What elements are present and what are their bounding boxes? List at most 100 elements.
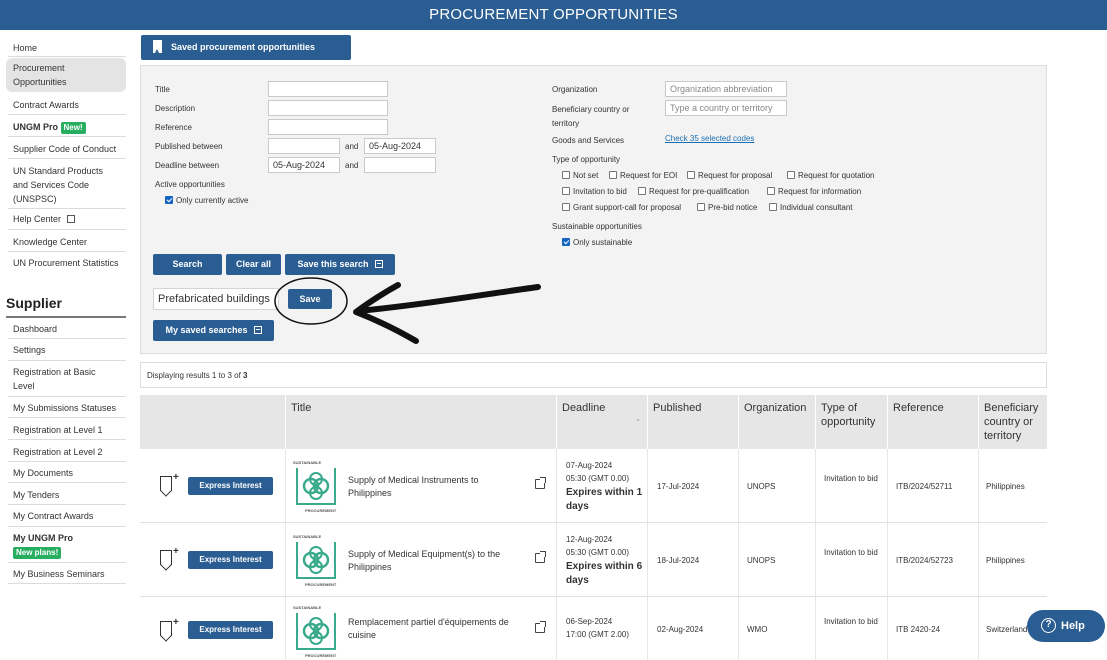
- divider: [8, 583, 126, 584]
- reference-input[interactable]: [268, 119, 388, 135]
- column-type[interactable]: Type of opportunity: [815, 395, 887, 449]
- sidebar-item-registration-basic[interactable]: Registration at Basic Level: [6, 365, 126, 393]
- divider: [285, 597, 286, 660]
- watchlist-bookmark-icon[interactable]: [160, 550, 172, 565]
- sidebar-item-business-seminars[interactable]: My Business Seminars: [6, 567, 126, 581]
- type-option-label: Not set: [573, 171, 599, 180]
- deadline-from-input[interactable]: 05-Aug-2024: [268, 157, 340, 173]
- description-label: Description: [155, 104, 196, 113]
- svg-text:PROCUREMENT: PROCUREMENT: [305, 508, 337, 513]
- divider: [815, 523, 816, 597]
- saved-opportunities-button[interactable]: Saved procurement opportunities: [141, 35, 351, 60]
- only-sustainable-checkbox[interactable]: [562, 238, 570, 246]
- title-input[interactable]: [268, 81, 388, 97]
- divider: [978, 449, 979, 523]
- type-checkbox[interactable]: [769, 203, 777, 211]
- sidebar-item-dashboard[interactable]: Dashboard: [6, 322, 126, 336]
- express-interest-button[interactable]: Express Interest: [188, 551, 273, 569]
- express-interest-button[interactable]: Express Interest: [188, 477, 273, 495]
- my-saved-searches-label: My saved searches: [165, 325, 248, 335]
- deadline-to-input[interactable]: [364, 157, 436, 173]
- beneficiary-input[interactable]: Type a country or territory: [665, 100, 787, 116]
- search-name-input[interactable]: Prefabricated buildings: [153, 288, 279, 310]
- sidebar-item-help-center[interactable]: Help Center: [6, 212, 126, 226]
- column-organization[interactable]: Organization: [738, 395, 815, 449]
- sidebar-item-ungm-pro[interactable]: UNGM Pro New!: [6, 120, 126, 134]
- open-in-new-icon[interactable]: [535, 477, 546, 489]
- type-of-opportunity: Invitation to bid: [824, 474, 878, 483]
- sidebar-item-registration-level1[interactable]: Registration at Level 1: [6, 423, 126, 437]
- type-checkbox[interactable]: [609, 171, 617, 179]
- new-badge: New!: [60, 122, 86, 134]
- type-checkbox[interactable]: [687, 171, 695, 179]
- opportunity-title[interactable]: Supply of Medical Instruments to Philipp…: [348, 474, 523, 500]
- help-button[interactable]: ? Help: [1027, 610, 1105, 642]
- open-in-new-icon[interactable]: [535, 621, 546, 633]
- sidebar-item-supplier-code[interactable]: Supplier Code of Conduct: [6, 142, 126, 156]
- column-reference[interactable]: Reference: [887, 395, 978, 449]
- deadline-date: 07-Aug-2024: [566, 461, 613, 470]
- type-checkbox[interactable]: [787, 171, 795, 179]
- type-checkbox[interactable]: [767, 187, 775, 195]
- deadline-time: 05:30 (GMT 0.00): [566, 474, 629, 483]
- sidebar-item-settings[interactable]: Settings: [6, 343, 126, 357]
- type-of-opportunity: Invitation to bid: [824, 548, 878, 557]
- sidebar-item-my-contract-awards[interactable]: My Contract Awards: [6, 509, 126, 523]
- sidebar-item-contract-awards[interactable]: Contract Awards: [6, 98, 126, 112]
- sidebar-item-my-ungm-pro[interactable]: My UNGM Pro New plans!: [6, 531, 126, 559]
- reference-label: Reference: [155, 123, 192, 132]
- save-this-search-button[interactable]: Save this search: [285, 254, 395, 275]
- sidebar-item-my-documents[interactable]: My Documents: [6, 466, 126, 480]
- published-between-label: Published between: [155, 142, 223, 151]
- deadline-date: 12-Aug-2024: [566, 535, 613, 544]
- opportunity-title[interactable]: Supply of Medical Equipment(s) to the Ph…: [348, 548, 523, 574]
- column-published[interactable]: Published: [647, 395, 738, 449]
- sustainable-procurement-logo: SUSTAINABLE PROCUREMENT: [293, 460, 337, 513]
- type-checkbox[interactable]: [562, 203, 570, 211]
- published-date: 18-Jul-2024: [657, 556, 700, 565]
- divider: [8, 136, 126, 137]
- divider: [738, 597, 739, 660]
- type-checkbox[interactable]: [638, 187, 646, 195]
- svg-text:PROCUREMENT: PROCUREMENT: [305, 653, 337, 658]
- column-title[interactable]: Title: [285, 395, 556, 449]
- description-input[interactable]: [268, 100, 388, 116]
- check-selected-codes-link[interactable]: Check 35 selected codes: [665, 134, 754, 143]
- divider: [8, 562, 126, 563]
- sidebar-item-procurement-opportunities[interactable]: Procurement Opportunities: [6, 58, 126, 92]
- search-button[interactable]: Search: [153, 254, 222, 275]
- published-date: 17-Jul-2024: [657, 482, 700, 491]
- my-saved-searches-button[interactable]: My saved searches: [153, 320, 274, 341]
- column-deadline-label: Deadline: [562, 402, 606, 414]
- express-interest-button[interactable]: Express Interest: [188, 621, 273, 639]
- only-active-label: Only currently active: [176, 196, 249, 205]
- type-checkbox[interactable]: [562, 187, 570, 195]
- column-deadline[interactable]: Deadline ⌄: [556, 395, 647, 449]
- sidebar-item-home[interactable]: Home: [6, 41, 126, 55]
- sidebar-item-statistics[interactable]: UN Procurement Statistics: [6, 256, 126, 270]
- sidebar-item-registration-level2[interactable]: Registration at Level 2: [6, 445, 126, 459]
- type-of-opportunity-label: Type of opportunity: [552, 155, 621, 164]
- sidebar-item-my-tenders[interactable]: My Tenders: [6, 488, 126, 502]
- table-row: + Express Interest SUSTAINABLE PROCUREME…: [140, 449, 1047, 523]
- watchlist-bookmark-icon[interactable]: [160, 621, 172, 636]
- column-beneficiary[interactable]: Beneficiary country or territory: [978, 395, 1047, 449]
- published-from-input[interactable]: [268, 138, 340, 154]
- type-option-label: Grant support-call for proposal: [573, 203, 682, 212]
- open-in-new-icon[interactable]: [535, 551, 546, 563]
- sidebar-item-knowledge-center[interactable]: Knowledge Center: [6, 235, 126, 249]
- divider: [8, 360, 126, 361]
- help-label: Help: [1061, 620, 1085, 632]
- opportunity-title[interactable]: Remplacement partiel d'équipements de cu…: [348, 616, 528, 642]
- sidebar-item-submission-statuses[interactable]: My Submissions Statuses: [6, 401, 126, 415]
- sidebar-item-unspsc[interactable]: UN Standard Products and Services Code (…: [6, 164, 126, 206]
- published-to-input[interactable]: 05-Aug-2024: [364, 138, 436, 154]
- organization-input[interactable]: Organization abbreviation: [665, 81, 787, 97]
- type-checkbox[interactable]: [697, 203, 705, 211]
- clear-all-button[interactable]: Clear all: [226, 254, 281, 275]
- bookmark-icon: [153, 40, 162, 53]
- watchlist-bookmark-icon[interactable]: [160, 476, 172, 491]
- type-checkbox[interactable]: [562, 171, 570, 179]
- only-active-checkbox[interactable]: [165, 196, 173, 204]
- divider: [8, 229, 126, 230]
